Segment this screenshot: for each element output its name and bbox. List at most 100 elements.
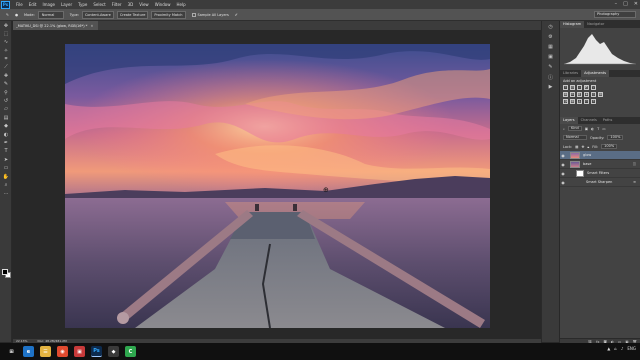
channel-mixer-icon[interactable]: ◎: [591, 92, 596, 97]
curves-icon[interactable]: ∽: [577, 85, 582, 90]
lock-all-icon[interactable]: 🔒︎: [587, 145, 589, 149]
shape-tool-icon[interactable]: ▭: [2, 165, 10, 172]
brush-panel-icon[interactable]: ✎: [547, 64, 555, 71]
hand-tool-icon[interactable]: ✋: [2, 173, 10, 180]
swatches-panel-icon[interactable]: ▣: [547, 54, 555, 61]
brush-size-icon[interactable]: ●: [15, 13, 18, 17]
visibility-eye-icon[interactable]: ◉: [560, 180, 566, 185]
tab-channels[interactable]: Channels: [578, 117, 600, 124]
filter-options-icon[interactable]: ≡: [633, 180, 636, 184]
document-tab[interactable]: _MATIKU_DSI @ 22.1% (glow, RGB/16*) * ✕: [13, 21, 98, 30]
workspace-select[interactable]: Photography: [594, 11, 636, 18]
close-button[interactable]: ✕: [634, 1, 638, 7]
lock-position-icon[interactable]: ✥: [581, 145, 584, 149]
menu-image[interactable]: Image: [42, 2, 55, 7]
taskbar-app-icon[interactable]: ▣: [74, 346, 85, 357]
taskbar-explorer-icon[interactable]: ☰: [40, 346, 51, 357]
menu-type[interactable]: Type: [78, 2, 87, 7]
lasso-tool-icon[interactable]: ∿: [2, 39, 10, 46]
clone-stamp-tool-icon[interactable]: ⚲: [2, 89, 10, 96]
info-panel-icon[interactable]: ⓘ: [547, 74, 555, 81]
color-balance-icon[interactable]: ⚖: [570, 92, 575, 97]
dodge-tool-icon[interactable]: ◐: [2, 131, 10, 138]
menu-file[interactable]: File: [16, 2, 23, 7]
menu-select[interactable]: Select: [93, 2, 105, 7]
document-image[interactable]: ⊕: [65, 44, 490, 328]
filter-pixel-icon[interactable]: ▣: [585, 127, 588, 131]
foreground-color-swatch[interactable]: [2, 269, 8, 275]
threshold-icon[interactable]: ◭: [577, 99, 582, 104]
levels-icon[interactable]: ▥: [570, 85, 575, 90]
eraser-tool-icon[interactable]: ▱: [2, 106, 10, 113]
more-tools-icon[interactable]: …: [2, 190, 10, 197]
proximity-match-option[interactable]: Proximity Match: [151, 10, 186, 19]
invert-icon[interactable]: ◑: [563, 99, 568, 104]
path-selection-tool-icon[interactable]: ➤: [2, 156, 10, 163]
gradient-tool-icon[interactable]: ▤: [2, 114, 10, 121]
black-white-icon[interactable]: ◧: [577, 92, 582, 97]
filter-shape-icon[interactable]: ▭: [602, 127, 605, 131]
healing-brush-tool-icon[interactable]: ✚: [2, 72, 10, 79]
blur-tool-icon[interactable]: ◆: [2, 123, 10, 130]
tab-adjustments[interactable]: Adjustments: [581, 70, 610, 77]
visibility-eye-icon[interactable]: ◉: [560, 153, 566, 158]
tab-paths[interactable]: Paths: [600, 117, 616, 124]
kind-filter-select[interactable]: Kind: [567, 126, 582, 131]
color-panel-icon[interactable]: ▦: [547, 44, 555, 51]
crop-tool-icon[interactable]: ⌗: [2, 56, 10, 63]
eyedropper-tool-icon[interactable]: ⟋: [2, 64, 10, 71]
layer-row-smart-sharpen[interactable]: ◉ Smart Sharpen ≡: [560, 178, 640, 187]
taskbar-app2-icon[interactable]: ◆: [108, 346, 119, 357]
layer-row-base[interactable]: ◉ base ◫: [560, 160, 640, 169]
close-tab-icon[interactable]: ✕: [90, 24, 93, 28]
menu-layer[interactable]: Layer: [61, 2, 72, 7]
actions-panel-icon[interactable]: ▶: [547, 84, 555, 91]
marquee-tool-icon[interactable]: ⬚: [2, 30, 10, 37]
quick-select-tool-icon[interactable]: ✧: [2, 47, 10, 54]
taskbar-edge-icon[interactable]: e: [23, 346, 34, 357]
tab-layers[interactable]: Layers: [560, 117, 578, 124]
pen-tool-icon[interactable]: ✒: [2, 139, 10, 146]
opacity-field[interactable]: 100%: [607, 135, 624, 140]
tab-libraries[interactable]: Libraries: [560, 70, 581, 77]
brush-tool-icon[interactable]: ✎: [2, 81, 10, 88]
vibrance-icon[interactable]: ▽: [591, 85, 596, 90]
menu-window[interactable]: Window: [155, 2, 171, 7]
taskbar-chrome-icon[interactable]: ◉: [57, 346, 68, 357]
blend-mode-select[interactable]: Normal: [563, 135, 587, 140]
color-lookup-icon[interactable]: ▦: [598, 92, 603, 97]
type-tool-icon[interactable]: T: [2, 148, 10, 155]
create-texture-option[interactable]: Create Texture: [116, 10, 149, 19]
mode-select[interactable]: Normal: [37, 10, 64, 19]
tray-network-icon[interactable]: ⌂: [614, 346, 617, 351]
move-tool-icon[interactable]: ✥: [2, 22, 10, 29]
taskbar-camtasia-icon[interactable]: C: [125, 346, 136, 357]
photo-filter-icon[interactable]: ◉: [584, 92, 589, 97]
minimize-button[interactable]: –: [615, 1, 618, 7]
pressure-icon[interactable]: ✐: [235, 13, 238, 17]
tab-histogram[interactable]: Histogram: [560, 21, 585, 28]
history-panel-icon[interactable]: ◷: [547, 24, 555, 31]
menu-help[interactable]: Help: [176, 2, 185, 7]
brightness-contrast-icon[interactable]: ☼: [563, 85, 568, 90]
exposure-icon[interactable]: ◩: [584, 85, 589, 90]
posterize-icon[interactable]: ▩: [570, 99, 575, 104]
zoom-tool-icon[interactable]: ⌕: [2, 181, 10, 188]
properties-panel-icon[interactable]: ⚙: [547, 34, 555, 41]
menu-edit[interactable]: Edit: [29, 2, 37, 7]
hue-saturation-icon[interactable]: ▦: [563, 92, 568, 97]
visibility-eye-icon[interactable]: ◉: [560, 162, 566, 167]
filter-type-icon[interactable]: T: [597, 127, 599, 131]
tray-expand-icon[interactable]: ▲: [607, 346, 610, 351]
history-brush-tool-icon[interactable]: ↺: [2, 98, 10, 105]
filter-search-icon[interactable]: ⌕: [563, 127, 565, 131]
menu-3d[interactable]: 3D: [128, 2, 134, 7]
spot-healing-tool-icon[interactable]: ✎: [6, 13, 9, 17]
taskbar-photoshop-icon[interactable]: Ps: [91, 346, 102, 357]
tray-volume-icon[interactable]: ♪: [621, 346, 624, 351]
content-aware-option[interactable]: Content-Aware: [81, 10, 114, 19]
layer-row-glow[interactable]: ◉ glow: [560, 151, 640, 160]
tray-language[interactable]: ENG: [627, 346, 636, 351]
layer-row-smart-filters[interactable]: ◉ Smart Filters: [560, 169, 640, 178]
gradient-map-icon[interactable]: ▭: [584, 99, 589, 104]
